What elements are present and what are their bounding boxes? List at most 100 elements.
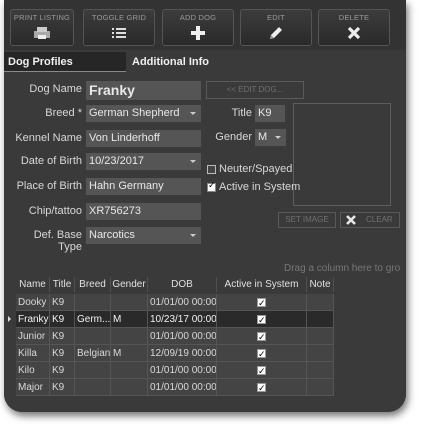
add-dog-button[interactable]: ADD DOG	[162, 9, 234, 46]
current-row-indicator-icon	[8, 316, 11, 322]
active-checkbox[interactable]	[257, 330, 266, 344]
active-checkbox[interactable]	[257, 296, 266, 310]
cell-dob: 01/01/00 00:00	[148, 328, 217, 345]
cell-breed: Belgian	[75, 345, 111, 362]
cell-title: K9	[50, 311, 75, 328]
toolbar: PRINT LISTING TOGGLE GRID ADD DOG EDIT D…	[4, 0, 406, 50]
date-of-birth-field[interactable]: 10/23/2017	[86, 153, 201, 170]
cell-title: K9	[50, 345, 75, 362]
edit-dog-button[interactable]: << EDIT DOG...	[206, 81, 304, 99]
pencil-icon	[241, 25, 311, 41]
cell-gender	[111, 328, 148, 345]
print-listing-button[interactable]: PRINT LISTING	[10, 9, 74, 46]
close-icon	[319, 25, 389, 41]
cell-note	[307, 294, 334, 311]
column-header-dob[interactable]: DOB	[148, 277, 217, 292]
cell-name: Killa	[16, 345, 50, 362]
column-header-name[interactable]: Name	[16, 277, 50, 292]
cell-dob: 01/01/00 00:00	[148, 362, 217, 379]
print-icon	[11, 25, 73, 41]
delete-button[interactable]: DELETE	[318, 9, 390, 46]
list-icon	[84, 25, 154, 41]
kennel-name-label: Kennel Name	[15, 132, 82, 144]
cell-active	[217, 311, 307, 328]
active-checkbox[interactable]	[207, 181, 216, 192]
cell-name: Major	[16, 379, 50, 396]
table-row-selected[interactable]: Franky K9 Germ... M 10/23/17 00:00	[4, 311, 334, 328]
cell-gender	[111, 362, 148, 379]
base-type-select[interactable]: Narcotics	[86, 227, 201, 244]
dog-name-label: Dog Name	[29, 83, 82, 95]
toggle-grid-label: TOGGLE GRID	[91, 13, 147, 22]
table-row[interactable]: Junior K9 01/01/00 00:00	[4, 328, 334, 345]
cell-title: K9	[50, 328, 75, 345]
table-row[interactable]: Dooky K9 01/01/00 00:00	[4, 294, 334, 311]
active-checkbox[interactable]	[257, 364, 266, 378]
cell-name: Kilo	[16, 362, 50, 379]
set-image-button[interactable]: SET IMAGE	[278, 212, 336, 228]
cell-dob: 10/23/17 00:00	[148, 311, 217, 328]
plus-icon	[163, 25, 233, 41]
cell-breed	[75, 328, 111, 345]
chip-tattoo-field[interactable]: XR756273	[86, 203, 201, 220]
neutered-checkbox[interactable]	[207, 165, 216, 174]
cell-active	[217, 328, 307, 345]
cell-gender	[111, 379, 148, 396]
add-dog-label: ADD DOG	[179, 13, 217, 22]
edit-label: EDIT	[267, 13, 285, 22]
cell-name: Dooky	[16, 294, 50, 311]
cell-note	[307, 345, 334, 362]
place-of-birth-field[interactable]: Hahn Germany	[86, 178, 201, 195]
cell-dob: 01/01/00 00:00	[148, 379, 217, 396]
print-listing-label: PRINT LISTING	[13, 13, 71, 22]
tab-additional-info[interactable]: Additional Info	[128, 52, 218, 72]
tab-dog-profiles[interactable]: Dog Profiles *LOCKED*	[4, 52, 126, 88]
cell-breed: Germ...	[75, 311, 111, 328]
kennel-name-field[interactable]: Von Linderhoff	[86, 130, 201, 147]
cell-dob: 12/09/19 00:00	[148, 345, 217, 362]
edit-button[interactable]: EDIT	[240, 9, 312, 46]
column-header-active[interactable]: Active in System	[217, 277, 307, 292]
clear-x-icon	[345, 214, 357, 228]
chip-tattoo-label: Chip/tattoo	[28, 205, 82, 217]
title-field[interactable]: K9	[255, 105, 285, 122]
cell-breed	[75, 362, 111, 379]
column-header-note[interactable]: Note	[307, 277, 334, 292]
breed-select[interactable]: German Shepherd	[86, 105, 201, 122]
cell-breed	[75, 379, 111, 396]
cell-breed	[75, 294, 111, 311]
column-header-gender[interactable]: Gender	[111, 277, 148, 292]
dog-profile-form: Dog Name Franky << EDIT DOG... Breed * G…	[4, 72, 406, 260]
gender-select[interactable]: M	[255, 129, 286, 146]
gender-label: Gender	[215, 131, 252, 143]
column-header-title[interactable]: Title	[50, 277, 75, 292]
neutered-label: Neuter/Spayed	[219, 163, 293, 175]
active-checkbox[interactable]	[257, 313, 266, 327]
cell-title: K9	[50, 379, 75, 396]
dog-photo-frame	[293, 103, 391, 206]
cell-name: Franky	[16, 311, 50, 328]
active-checkbox[interactable]	[257, 347, 266, 361]
toggle-grid-button[interactable]: TOGGLE GRID	[83, 9, 155, 46]
delete-label: DELETE	[338, 13, 370, 22]
column-header-breed[interactable]: Breed	[75, 277, 111, 292]
cell-name: Junior	[16, 328, 50, 345]
active-checkbox[interactable]	[257, 381, 266, 395]
table-row[interactable]: Killa K9 Belgian M 12/09/19 00:00	[4, 345, 334, 362]
breed-label: Breed *	[45, 107, 82, 119]
table-row[interactable]: Major K9 01/01/00 00:00	[4, 379, 334, 396]
cell-active	[217, 362, 307, 379]
title-label: Title	[231, 107, 252, 119]
cell-dob: 01/01/00 00:00	[148, 294, 217, 311]
cell-active	[217, 294, 307, 311]
clear-button[interactable]: CLEAR	[340, 212, 400, 228]
cell-title: K9	[50, 362, 75, 379]
cell-gender: M	[111, 345, 148, 362]
cell-active	[217, 379, 307, 396]
tab-strip: Dog Profiles *LOCKED* Additional Info	[4, 52, 406, 88]
table-row[interactable]: Kilo K9 01/01/00 00:00	[4, 362, 334, 379]
cell-title: K9	[50, 294, 75, 311]
dog-name-field[interactable]: Franky	[86, 81, 201, 100]
cell-note	[307, 311, 334, 328]
cell-gender: M	[111, 311, 148, 328]
